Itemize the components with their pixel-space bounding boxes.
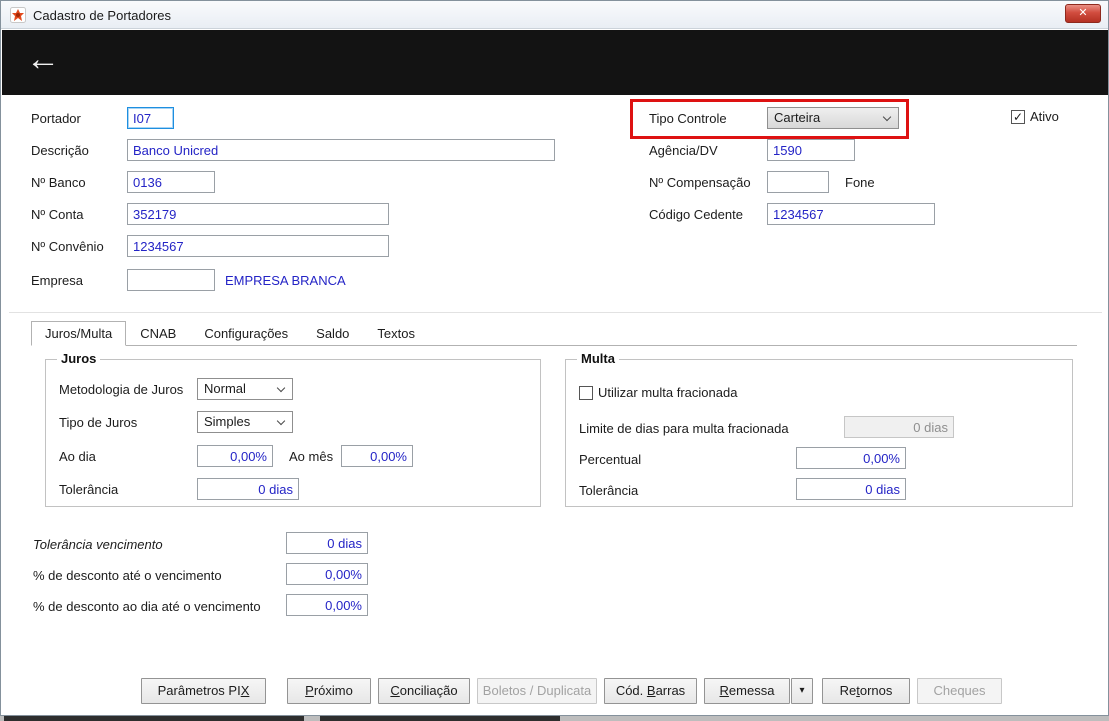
ao-mes-input[interactable] [341,445,413,467]
metodologia-juros-select[interactable]: Normal [197,378,293,400]
tab-saldo[interactable]: Saldo [302,321,363,346]
n-convenio-input[interactable] [127,235,389,257]
tab-juros-multa[interactable]: Juros/Multa [31,321,127,346]
cheques-button: Cheques [917,678,1002,704]
codigo-cedente-label: Código Cedente [649,207,743,222]
n-compensacao-input[interactable] [767,171,829,193]
background-window-fragment [0,716,1109,721]
multa-fracionada-label: Utilizar multa fracionada [598,385,738,400]
proximo-button[interactable]: Próximo [287,678,371,704]
tolerancia-vencimento-input[interactable] [286,532,368,554]
portador-input[interactable] [127,107,174,129]
remessa-menu-button[interactable]: ▾ [791,678,813,704]
multa-fracionada-checkbox[interactable]: Utilizar multa fracionada [579,385,737,400]
boletos-duplicata-button: Boletos / Duplicata [477,678,597,704]
tipo-controle-label: Tipo Controle [649,111,727,126]
parametros-pix-button[interactable]: Parâmetros PIX [141,678,266,704]
tabstrip: Juros/Multa CNAB Configurações Saldo Tex… [31,321,429,346]
juros-tolerancia-label: Tolerância [59,482,119,497]
empresa-label: Empresa [31,273,84,288]
empresa-name-label: EMPRESA BRANCA [225,273,346,288]
chevron-down-icon [276,416,286,426]
ativo-label: Ativo [1030,109,1059,124]
back-button[interactable]: ← [26,36,60,82]
tolerancia-vencimento-label: Tolerância vencimento [33,537,163,552]
codigo-cedente-input[interactable] [767,203,935,225]
chevron-down-icon [882,112,892,122]
app-icon [10,7,26,23]
n-conta-label: Nº Conta [31,207,84,222]
desconto-ao-dia-label: % de desconto ao dia até o vencimento [33,599,261,614]
background-window-fragment [320,716,560,721]
tipo-controle-select[interactable]: Carteira [767,107,899,129]
limite-dias-input [844,416,954,438]
juros-group-title: Juros [57,351,101,366]
multa-tolerancia-label: Tolerância [579,483,639,498]
ao-dia-input[interactable] [197,445,273,467]
descricao-input[interactable] [127,139,555,161]
metodologia-juros-label: Metodologia de Juros [59,382,184,397]
checkbox-checked-icon: ✓ [1011,109,1025,124]
juros-tolerancia-input[interactable] [197,478,299,500]
n-banco-input[interactable] [127,171,215,193]
tipo-juros-value: Simples [204,414,251,429]
n-conta-input[interactable] [127,203,389,225]
desconto-ate-vencimento-input[interactable] [286,563,368,585]
retornos-button[interactable]: Retornos [822,678,910,704]
percentual-input[interactable] [796,447,906,469]
limite-dias-label: Limite de dias para multa fracionada [579,421,789,436]
close-button[interactable]: ✕ [1065,4,1101,23]
toolbar: ← [2,30,1108,95]
agencia-dv-label: Agência/DV [649,143,718,158]
fone-label: Fone [845,175,875,190]
tipo-juros-label: Tipo de Juros [59,415,138,430]
empresa-input[interactable] [127,269,215,291]
percentual-label: Percentual [579,452,642,467]
background-window-fragment [4,716,304,721]
metodologia-juros-value: Normal [204,381,246,396]
arrow-left-icon: ← [26,40,60,78]
titlebar: Cadastro de Portadores ✕ [1,1,1108,29]
agencia-dv-input[interactable] [767,139,855,161]
n-convenio-label: Nº Convênio [31,239,104,254]
remessa-button[interactable]: Remessa [704,678,790,704]
ao-mes-label: Ao mês [289,449,334,464]
close-icon: ✕ [1078,7,1088,19]
multa-group-title: Multa [577,351,619,366]
tab-textos[interactable]: Textos [363,321,429,346]
tab-configuracoes[interactable]: Configurações [190,321,302,346]
n-compensacao-label: Nº Compensação [649,175,751,190]
ao-dia-label: Ao dia [59,449,96,464]
window-title: Cadastro de Portadores [33,8,172,23]
descricao-label: Descrição [31,143,89,158]
ativo-checkbox[interactable]: ✓ Ativo [1011,109,1059,124]
header-separator [9,312,1102,313]
menu-arrow-icon: ▾ [799,685,805,696]
cod-barras-button[interactable]: Cód. Barras [604,678,697,704]
n-banco-label: Nº Banco [31,175,86,190]
desconto-ate-vencimento-label: % de desconto até o vencimento [33,568,222,583]
tab-cnab[interactable]: CNAB [126,321,190,346]
cadastro-portadores-window: Cadastro de Portadores ✕ ← Portador Desc… [0,0,1109,716]
desconto-ao-dia-input[interactable] [286,594,368,616]
chevron-down-icon [276,383,286,393]
tipo-juros-select[interactable]: Simples [197,411,293,433]
checkbox-unchecked-icon [579,385,593,400]
portador-label: Portador [31,111,81,126]
tipo-controle-value: Carteira [774,110,821,125]
multa-tolerancia-input[interactable] [796,478,906,500]
conciliacao-button[interactable]: Conciliação [378,678,470,704]
